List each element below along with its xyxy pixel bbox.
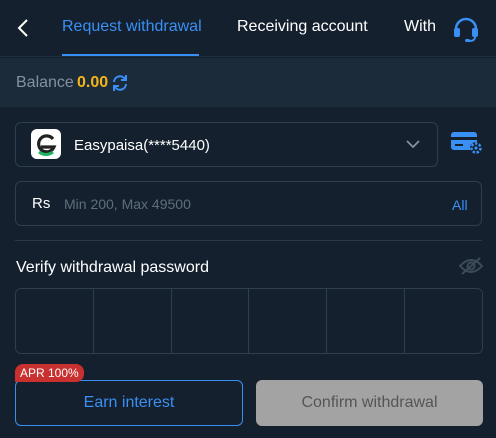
chevron-left-icon [17, 19, 28, 37]
password-digit-3[interactable] [171, 289, 250, 353]
easypaisa-logo [31, 129, 61, 159]
confirm-withdrawal-button[interactable]: Confirm withdrawal [256, 380, 483, 426]
top-tab-bar: Request withdrawal Receiving account Wit… [0, 0, 496, 57]
tab-withdrawal-records[interactable]: With [404, 18, 436, 35]
balance-label: Balance [16, 74, 74, 91]
amount-input[interactable] [64, 191, 434, 217]
balance-bar [0, 58, 496, 107]
back-button[interactable] [12, 16, 34, 40]
toggle-password-visibility[interactable] [458, 256, 484, 276]
password-digit-5[interactable] [327, 289, 406, 353]
selected-account-name: Easypaisa(****5440) [74, 137, 210, 154]
password-digit-1[interactable] [16, 289, 94, 353]
password-digit-4[interactable] [249, 289, 328, 353]
all-amount-button[interactable]: All [452, 197, 468, 213]
eye-off-icon [458, 257, 484, 275]
balance-value: 0.00 [77, 74, 109, 91]
manage-accounts-button[interactable] [450, 130, 484, 156]
tab-overflow-clip: With [404, 18, 440, 40]
currency-label: Rs [32, 195, 51, 212]
refresh-balance-button[interactable] [111, 74, 129, 92]
tab-receiving-account[interactable]: Receiving account [237, 18, 368, 36]
earn-interest-button[interactable]: Earn interest [15, 380, 243, 426]
refresh-icon [113, 75, 127, 91]
apr-badge: APR 100% [15, 364, 84, 382]
chevron-down-icon [406, 140, 420, 149]
active-tab-indicator [62, 54, 199, 56]
section-divider [15, 240, 482, 241]
password-label: Verify withdrawal password [16, 259, 209, 276]
headset-icon [454, 17, 478, 42]
customer-support-button[interactable] [449, 11, 483, 45]
tab-request-withdrawal[interactable]: Request withdrawal [62, 18, 202, 36]
password-digit-2[interactable] [93, 289, 172, 353]
password-digit-6[interactable] [405, 289, 482, 353]
password-input-group [15, 288, 483, 354]
card-settings-icon [451, 132, 482, 154]
